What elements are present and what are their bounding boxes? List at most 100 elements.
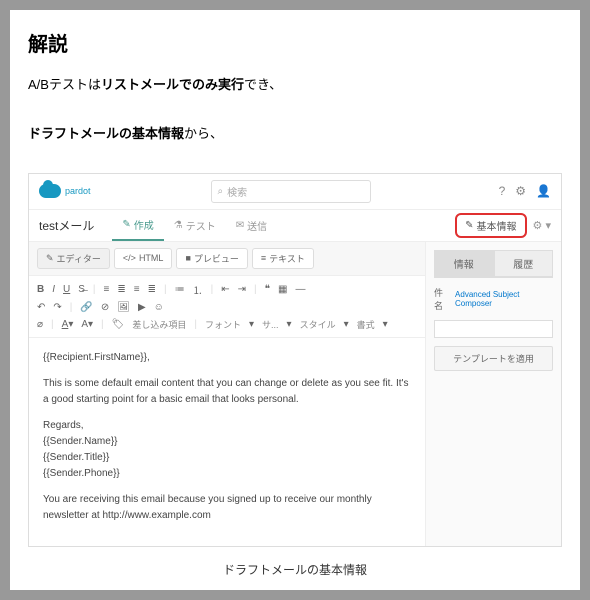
- flask-icon: ⚗: [174, 220, 183, 231]
- align-justify-icon[interactable]: ≣: [148, 284, 156, 295]
- paragraph-1: A/Bテストはリストメールでのみ実行でき、: [28, 75, 562, 96]
- editor-toolbar: B I U S̶ | ≡ ≣ ≡ ≣ | ≔ ⒈ | ⇤ ⇥: [29, 276, 425, 338]
- font-select[interactable]: フォント: [205, 318, 241, 331]
- brand-text: pardot: [65, 186, 91, 196]
- subtab-editor[interactable]: ✎エディター: [37, 248, 110, 269]
- label: テキスト: [269, 252, 305, 265]
- apply-template-button[interactable]: テンプレートを適用: [434, 346, 553, 371]
- text-bold: 基本情報: [132, 126, 184, 141]
- topbar: pardot ⌕ 検索 ? ⚙ 👤: [29, 174, 561, 210]
- body-sender-title: {{Sender.Title}}: [43, 452, 109, 463]
- align-left-icon[interactable]: ≡: [104, 284, 110, 295]
- body-sender-phone: {{Sender.Phone}}: [43, 468, 120, 479]
- underline-icon[interactable]: U: [63, 284, 70, 295]
- video-icon[interactable]: ▶: [138, 302, 146, 313]
- list-icon[interactable]: ≔: [175, 284, 185, 295]
- eye-icon: ■: [185, 253, 190, 263]
- tabbar: testメール ✎ 作成 ⚗ テスト ✉ 送信 ✎ 基本情報 ⚙ ▾: [29, 210, 561, 242]
- emoji-icon[interactable]: ☺: [154, 302, 164, 313]
- paragraph-2: ドラフトメールの基本情報から、: [28, 124, 562, 145]
- table-icon[interactable]: ▦: [278, 284, 287, 295]
- user-icon[interactable]: 👤: [536, 184, 551, 198]
- button-label: 基本情報: [477, 218, 517, 233]
- gear-icon[interactable]: ⚙: [515, 184, 526, 198]
- tab-label: 送信: [247, 218, 267, 233]
- basic-info-button[interactable]: ✎ 基本情報: [455, 213, 526, 238]
- salesforce-cloud-icon: [39, 184, 61, 198]
- subject-input[interactable]: [434, 320, 553, 338]
- caret-icon: ▾: [287, 319, 292, 330]
- align-center-icon[interactable]: ≣: [117, 284, 125, 295]
- email-body[interactable]: {{Recipient.FirstName}}, This is some de…: [29, 338, 425, 546]
- redo-icon[interactable]: ↷: [53, 302, 61, 313]
- tab-create[interactable]: ✎ 作成: [112, 209, 163, 241]
- pencil-icon: ✎: [46, 253, 54, 264]
- page-title: 解説: [28, 28, 562, 57]
- body-sender-name: {{Sender.Name}}: [43, 436, 118, 447]
- style-select[interactable]: スタイル: [300, 318, 336, 331]
- clear-format-icon[interactable]: ⌀: [37, 319, 43, 330]
- size-select[interactable]: サ...: [262, 318, 279, 331]
- document-title: testメール: [39, 217, 94, 234]
- tab-send[interactable]: ✉ 送信: [226, 209, 277, 241]
- code-icon: </>: [123, 253, 136, 263]
- body-paragraph: This is some default email content that …: [43, 376, 411, 408]
- text-bold: ドラフトメールの: [28, 126, 132, 141]
- subject-label: 件名: [434, 286, 451, 312]
- caret-icon: ▾: [344, 319, 349, 330]
- merge-field-label[interactable]: 差し込み項目: [132, 318, 186, 331]
- side-panel: 情報 履歴 件名 Advanced Subject Composer テンプレー…: [426, 242, 561, 546]
- text: A/Bテストは: [28, 77, 101, 92]
- body-greeting: {{Recipient.FirstName}},: [43, 350, 411, 366]
- tab-test[interactable]: ⚗ テスト: [164, 209, 226, 241]
- side-tab-history[interactable]: 履歴: [494, 250, 554, 277]
- label: プレビュー: [194, 252, 239, 265]
- link-icon[interactable]: 🔗: [80, 302, 92, 313]
- editor-subtabs: ✎エディター </>HTML ■ プレビュー ≡テキスト: [29, 242, 425, 276]
- tab-label: 作成: [134, 217, 154, 232]
- numbered-list-icon[interactable]: ⒈: [193, 282, 203, 297]
- text: から、: [184, 126, 223, 141]
- pencil-icon: ✎: [465, 220, 473, 231]
- subject-composer-link[interactable]: Advanced Subject Composer: [455, 290, 553, 308]
- bold-icon[interactable]: B: [37, 284, 44, 295]
- help-icon[interactable]: ?: [499, 184, 506, 198]
- label: HTML: [139, 253, 164, 263]
- undo-icon[interactable]: ↶: [37, 302, 45, 313]
- send-icon: ✉: [236, 220, 244, 231]
- image-icon[interactable]: 🖼: [117, 302, 130, 313]
- side-tab-info[interactable]: 情報: [434, 250, 494, 277]
- search-placeholder: 検索: [227, 184, 247, 199]
- italic-icon[interactable]: I: [52, 284, 55, 295]
- indent-icon[interactable]: ⇥: [238, 284, 246, 295]
- bg-color-icon[interactable]: A▾: [81, 319, 93, 330]
- quote-icon[interactable]: ❝: [265, 284, 270, 295]
- app-screenshot: pardot ⌕ 検索 ? ⚙ 👤 testメール ✎ 作成 ⚗: [28, 173, 562, 547]
- subtab-html[interactable]: </>HTML: [114, 248, 173, 269]
- format-select[interactable]: 書式: [357, 318, 375, 331]
- body-footer: You are receiving this email because you…: [43, 492, 411, 524]
- tab-label: テスト: [186, 218, 216, 233]
- text: でき、: [244, 77, 282, 92]
- subtab-text[interactable]: ≡テキスト: [252, 248, 314, 269]
- hr-icon[interactable]: —: [295, 284, 305, 295]
- strike-icon[interactable]: S̶: [78, 284, 85, 295]
- outdent-icon[interactable]: ⇤: [221, 284, 229, 295]
- caret-icon: ▾: [249, 319, 254, 330]
- settings-dropdown[interactable]: ⚙ ▾: [533, 219, 551, 232]
- text-color-icon[interactable]: A▾: [62, 319, 74, 330]
- align-right-icon[interactable]: ≡: [134, 284, 140, 295]
- search[interactable]: ⌕ 検索: [211, 180, 371, 203]
- text-bold: リストメールでのみ実行: [101, 77, 244, 92]
- label: エディター: [57, 252, 101, 265]
- figure-caption: ドラフトメールの基本情報: [28, 561, 562, 578]
- text-icon: ≡: [261, 253, 266, 263]
- subtab-preview[interactable]: ■ プレビュー: [176, 248, 247, 269]
- caret-icon: ▾: [383, 319, 388, 330]
- search-icon: ⌕: [218, 186, 224, 197]
- body-regards: Regards,: [43, 420, 84, 431]
- unlink-icon[interactable]: ⊘: [101, 302, 109, 313]
- logo: pardot: [39, 184, 91, 198]
- pencil-icon: ✎: [122, 219, 130, 230]
- merge-field-icon[interactable]: 🏷: [112, 319, 125, 330]
